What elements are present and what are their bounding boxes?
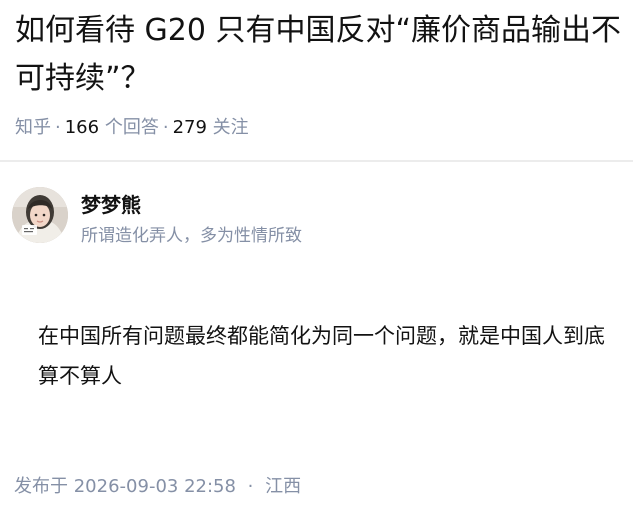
answer-content: 在中国所有问题最终都能简化为同一个问题，就是中国人到底算不算人: [38, 324, 605, 388]
zhihu-answer-page: 如何看待 G20 只有中国反对“廉价商品输出不可持续”？ 知乎 · 166 个回答 ·…: [0, 0, 633, 518]
follower-count: 279: [172, 117, 207, 138]
published-time: 2026-09-03 22:58: [73, 476, 236, 497]
answer-footer: 发布于 2026-09-03 22:58 · 江西: [14, 474, 301, 500]
question-meta: 知乎 · 166 个回答 · 279 关注: [15, 113, 249, 143]
question-title[interactable]: 如何看待 G20 只有中国反对“廉价商品输出不可持续”？: [15, 7, 625, 103]
meta-separator: ·: [162, 117, 169, 138]
answer-card: 梦梦熊 所谓造化弄人，多为性情所致 在中国所有问题最终都能简化为同一个问题，就是…: [0, 162, 633, 518]
answer-location: 江西: [265, 476, 302, 497]
answer-count: 166: [64, 117, 100, 138]
meta-separator: ·: [55, 117, 61, 138]
footer-separator: ·: [247, 476, 254, 497]
follower-count-unit: 关注: [212, 117, 249, 138]
published-label: 发布于: [14, 476, 68, 497]
author-avatar[interactable]: [12, 187, 68, 243]
author-name[interactable]: 梦梦熊: [81, 192, 141, 218]
source-label: 知乎: [15, 117, 51, 138]
answer-count-unit: 个回答: [104, 117, 159, 138]
author-bio: 所谓造化弄人，多为性情所致: [81, 226, 302, 246]
avatar-illustration: [12, 187, 68, 243]
question-header: 如何看待 G20 只有中国反对“廉价商品输出不可持续”？ 知乎 · 166 个回答 ·…: [0, 0, 633, 160]
